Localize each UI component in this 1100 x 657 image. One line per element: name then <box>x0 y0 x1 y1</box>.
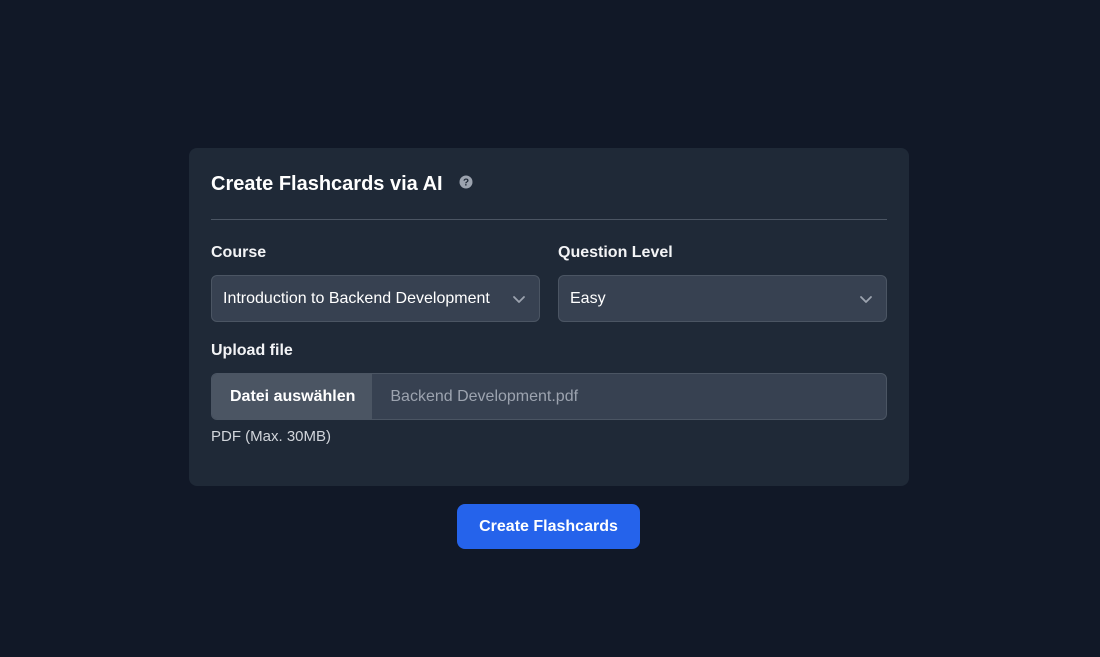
question-level-select-value: Easy <box>570 289 606 307</box>
choose-file-button[interactable]: Datei auswählen <box>212 374 373 419</box>
select-row: Course Introduction to Backend Developme… <box>211 244 887 322</box>
question-level-field: Question Level Easy <box>558 244 887 322</box>
upload-section: Upload file Datei auswählen Backend Deve… <box>211 342 887 445</box>
selected-file-name: Backend Development.pdf <box>390 387 579 405</box>
card-header: Create Flashcards via AI ? <box>211 148 887 220</box>
flashcard-form-card: Create Flashcards via AI ? Course Introd… <box>189 148 909 486</box>
question-circle-icon[interactable]: ? <box>459 175 473 189</box>
upload-hint: PDF (Max. 30MB) <box>211 428 332 445</box>
card-title: Create Flashcards via AI <box>211 173 443 195</box>
svg-text:?: ? <box>463 178 469 189</box>
chevron-down-icon <box>860 296 872 303</box>
create-flashcards-button[interactable]: Create Flashcards <box>457 504 640 549</box>
course-label: Course <box>211 244 267 261</box>
chevron-down-icon <box>513 296 525 303</box>
course-field: Course Introduction to Backend Developme… <box>211 244 540 322</box>
upload-label: Upload file <box>211 342 293 359</box>
question-level-select[interactable]: Easy <box>558 275 887 322</box>
question-level-label: Question Level <box>558 244 673 261</box>
course-select-value: Introduction to Backend Development <box>223 289 490 307</box>
file-upload-input[interactable]: Datei auswählen Backend Development.pdf <box>211 373 887 420</box>
course-select[interactable]: Introduction to Backend Development <box>211 275 540 322</box>
